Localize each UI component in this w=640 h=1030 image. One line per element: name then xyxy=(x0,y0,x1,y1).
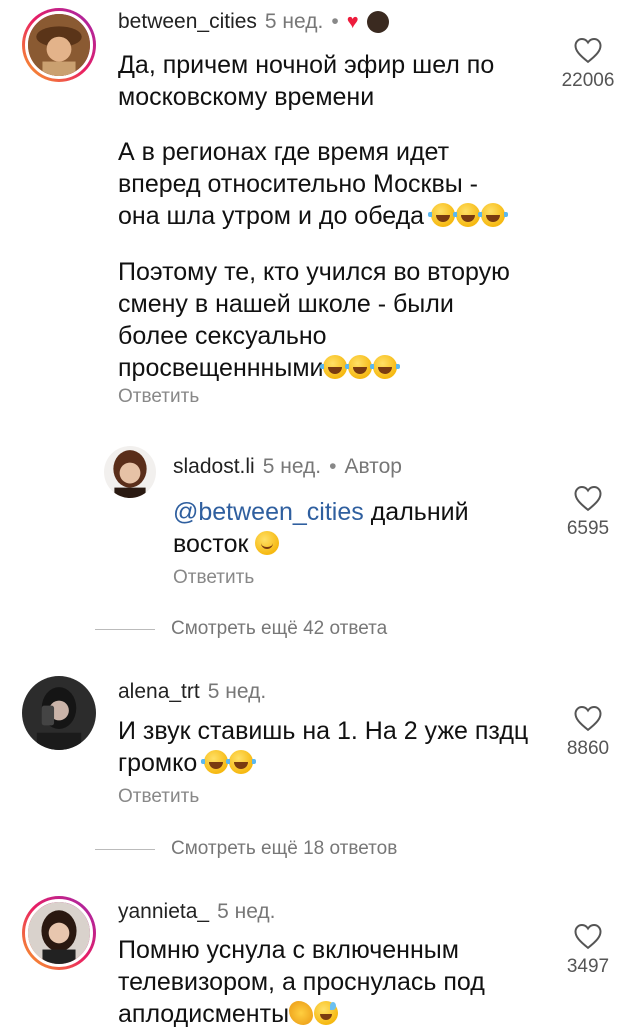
mention-link[interactable]: @between_cities xyxy=(173,498,364,526)
avatar-image xyxy=(28,14,90,76)
like-button[interactable]: 3497 xyxy=(548,922,628,978)
divider-line xyxy=(95,848,155,850)
username[interactable]: yannieta_ xyxy=(118,900,209,924)
like-count: 6595 xyxy=(566,518,610,539)
comment-text-1: Да, причем ночной эфир шел по московском… xyxy=(118,51,495,111)
comment-text: Помню уснула с включенным телевизором, а… xyxy=(118,934,485,1030)
view-more-label: Смотреть ещё 42 ответа xyxy=(171,618,388,639)
heart-filled-icon: ♥ xyxy=(346,10,359,33)
reply-button[interactable]: Ответить xyxy=(118,786,199,808)
laughing-emoji-icon xyxy=(320,355,351,379)
timestamp: 5 нед. xyxy=(217,900,276,923)
timestamp: 5 нед. xyxy=(207,680,267,703)
like-button[interactable]: 6595 xyxy=(548,484,628,540)
timestamp: 5 нед. xyxy=(262,455,322,478)
like-count: 22006 xyxy=(561,70,615,91)
heart-outline-icon xyxy=(574,923,602,950)
reply-button[interactable]: Ответить xyxy=(118,386,199,408)
laughing-emoji-icon xyxy=(478,203,509,227)
timestamp: 5 нед. xyxy=(264,10,324,33)
reply-text: @between_cities дальний восток xyxy=(173,496,469,560)
comment-text: И звук ставишь на 1. На 2 уже пздц громк… xyxy=(118,715,528,779)
separator-dot: • xyxy=(331,10,339,33)
laughing-emoji-icon xyxy=(345,355,376,379)
creator-avatar-icon xyxy=(366,11,389,33)
avatar[interactable] xyxy=(22,8,96,82)
username[interactable]: between_cities xyxy=(118,10,257,34)
comment-meta: alena_trt 5 нед. xyxy=(118,680,266,704)
avatar-image xyxy=(104,446,156,498)
comment-meta: yannieta_ 5 нед. xyxy=(118,900,276,924)
laughing-emoji-icon xyxy=(370,355,401,379)
view-more-replies-18[interactable]: Смотреть ещё 18 ответов xyxy=(95,838,397,860)
comment-text: А в регионах где время идет вперед относ… xyxy=(118,138,478,230)
like-count: 8860 xyxy=(566,738,610,759)
heart-outline-icon xyxy=(574,705,602,732)
heart-outline-icon xyxy=(574,485,602,512)
heart-outline-icon xyxy=(574,37,602,64)
comment-meta: between_cities 5 нед. • ♥ xyxy=(118,10,389,34)
comments-page: between_cities 5 нед. • ♥ Да, причем ноч… xyxy=(0,0,640,1030)
like-count: 3497 xyxy=(566,956,610,977)
comment-body: И звук ставишь на 1. На 2 уже пздц громк… xyxy=(118,717,529,777)
author-label: Автор xyxy=(344,455,402,478)
like-button[interactable]: 22006 xyxy=(548,36,628,92)
username[interactable]: sladost.li xyxy=(173,455,255,479)
like-button[interactable]: 8860 xyxy=(548,704,628,760)
view-more-label: Смотреть ещё 18 ответов xyxy=(171,838,398,859)
avatar[interactable] xyxy=(22,676,96,750)
laughing-emoji-icon xyxy=(453,203,484,227)
comment-text-2: А в регионах где время идет вперед относ… xyxy=(118,136,509,232)
comment-text-3: Поэтому те, кто учился во вторую смену в… xyxy=(118,256,510,384)
comment-text: Поэтому те, кто учился во вторую смену в… xyxy=(118,258,510,382)
reply-meta: sladost.li 5 нед. • Автор xyxy=(173,455,402,479)
laughing-emoji-icon xyxy=(428,203,459,227)
smiling-tear-emoji-icon xyxy=(255,531,280,555)
avatar[interactable] xyxy=(22,896,96,970)
username[interactable]: alena_trt xyxy=(118,680,200,704)
avatar-image xyxy=(22,676,96,750)
reply-button[interactable]: Ответить xyxy=(173,567,254,589)
divider-line xyxy=(95,628,155,630)
view-more-replies-42[interactable]: Смотреть ещё 42 ответа xyxy=(95,618,387,640)
laughing-emoji-icon xyxy=(201,750,232,774)
laughing-emoji-icon xyxy=(226,750,257,774)
separator-dot: • xyxy=(329,455,337,478)
avatar-image xyxy=(28,902,90,964)
clapping-hands-emoji-icon xyxy=(289,1001,314,1025)
grinning-sweat-emoji-icon xyxy=(314,1001,339,1025)
avatar[interactable] xyxy=(104,446,156,498)
